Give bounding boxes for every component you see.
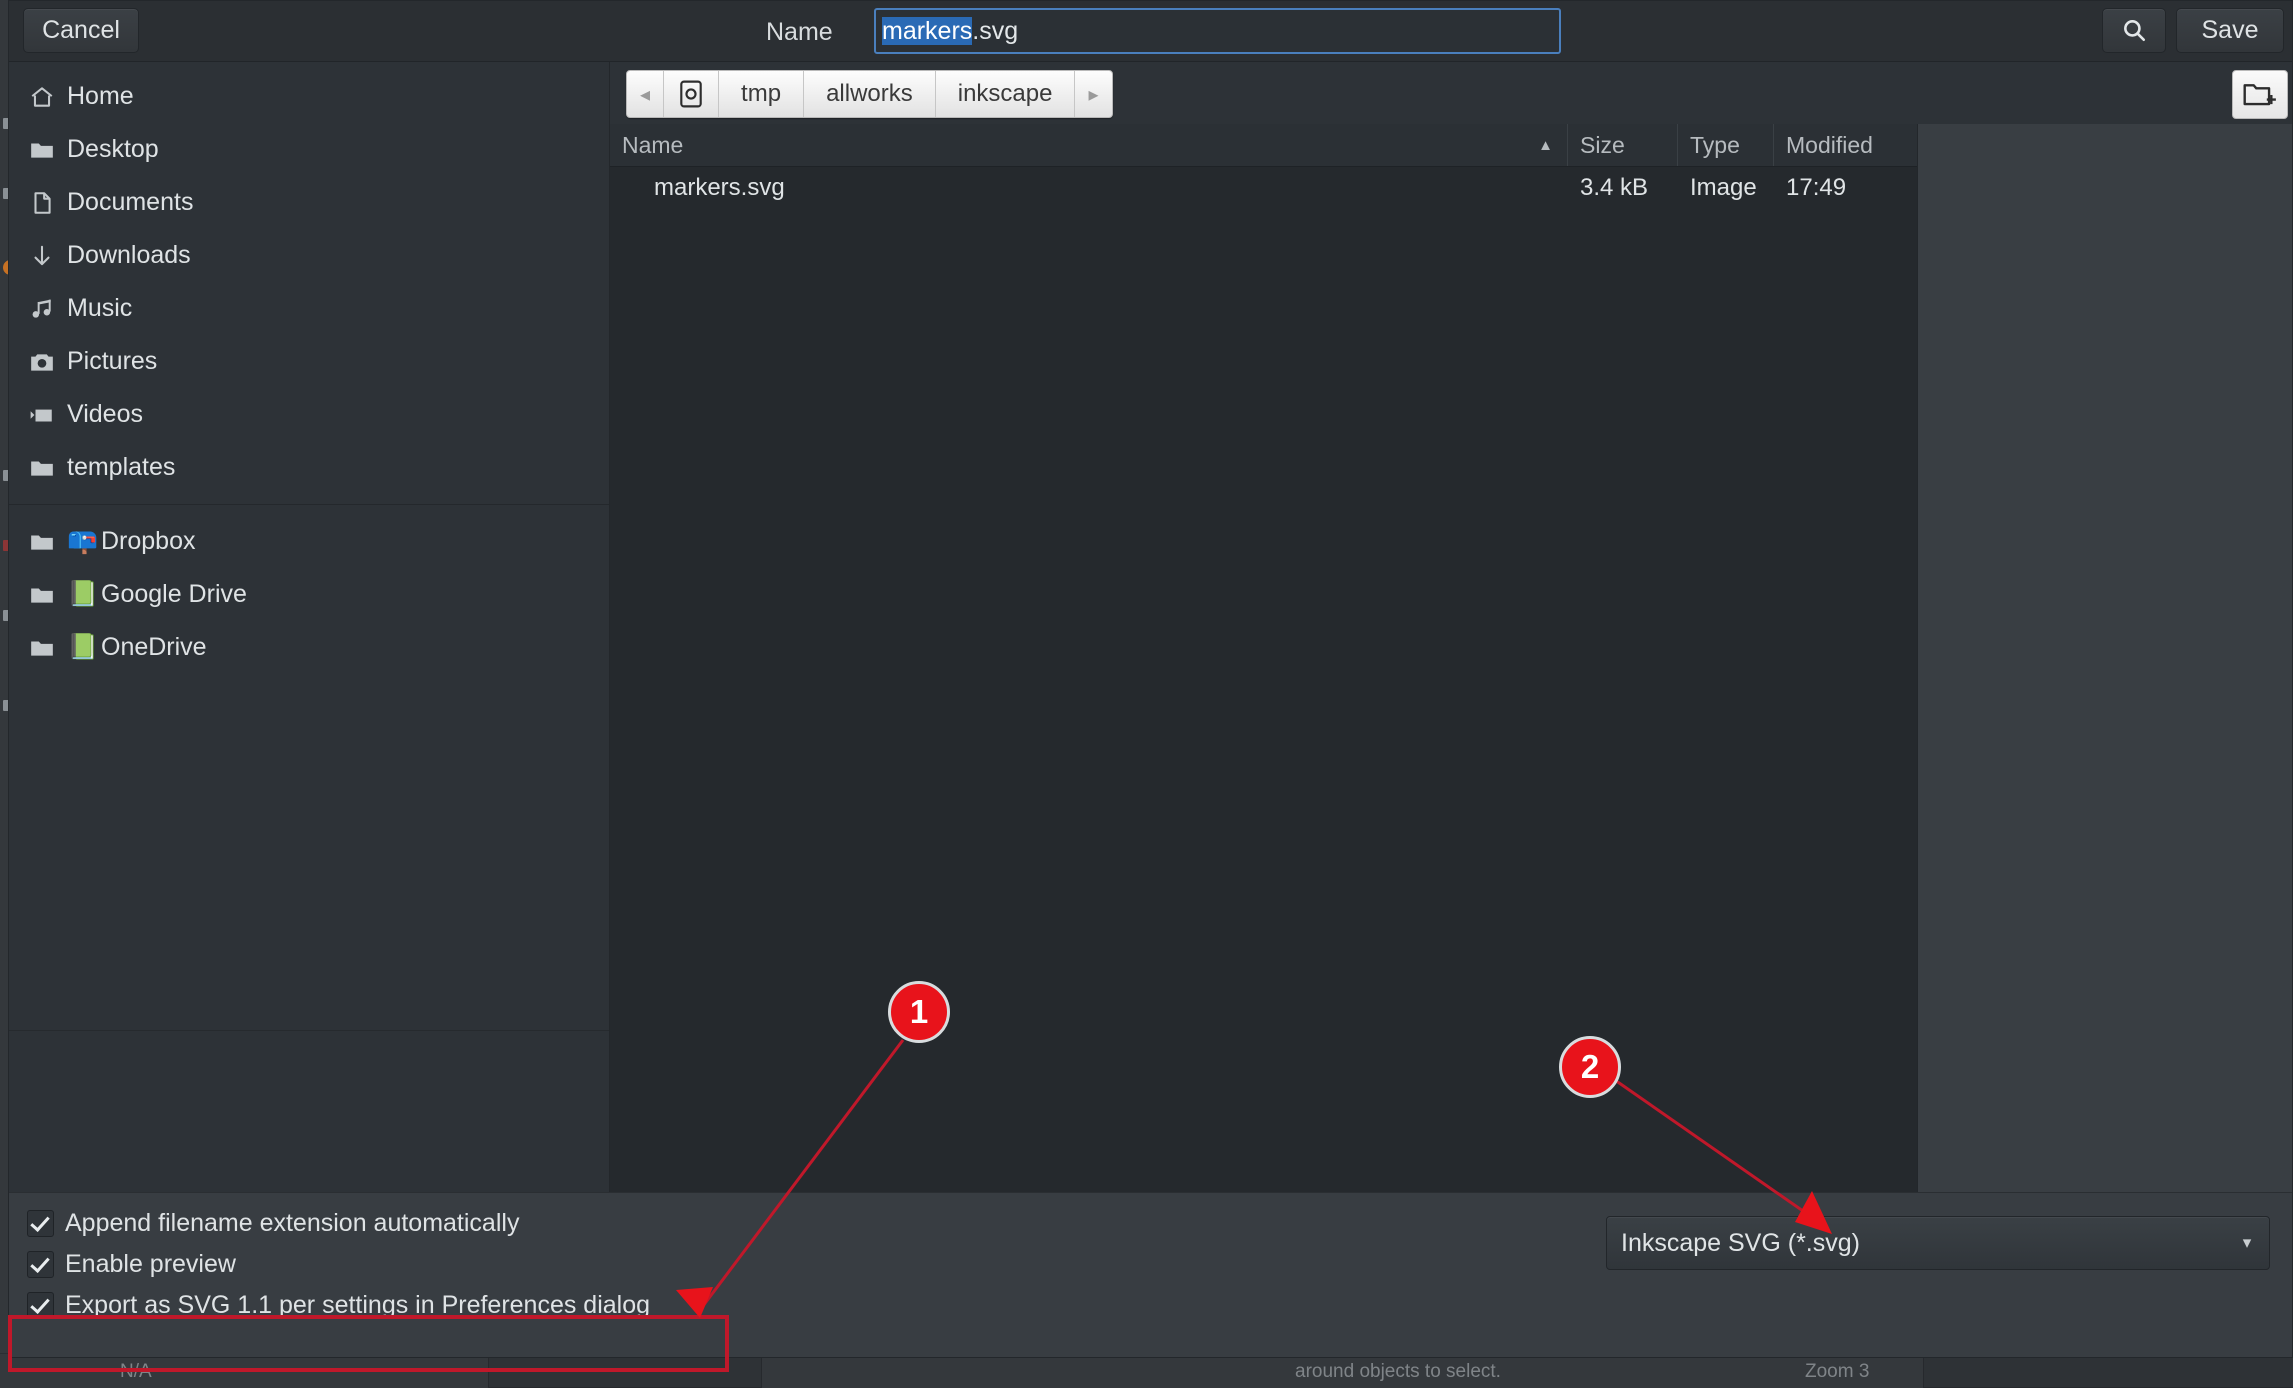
path-forward-button[interactable]: ▸ (1075, 71, 1111, 117)
music-note-icon (29, 296, 67, 322)
sidebar-item-desktop[interactable]: Desktop (9, 123, 609, 176)
breadcrumb-item-inkscape[interactable]: inkscape (936, 71, 1076, 117)
breadcrumb-item-tmp[interactable]: tmp (719, 71, 805, 117)
sidebar-item-home[interactable]: Home (9, 70, 609, 123)
sidebar-item-music[interactable]: Music (9, 282, 609, 335)
sidebar-item-google-drive[interactable]: 📗 Google Drive (9, 568, 609, 621)
places-sidebar: Home Desktop Documents Downloads Music P… (9, 62, 610, 1192)
sidebar-item-downloads[interactable]: Downloads (9, 229, 609, 282)
checkbox-label: Export as SVG 1.1 per settings in Prefer… (65, 1291, 651, 1319)
preview-pane (1918, 124, 2292, 1192)
sidebar-lower-divider (9, 1030, 609, 1031)
file-list-header: Name ▲ Size Type Modified (610, 124, 1917, 167)
file-type-cell: Image (1690, 174, 1757, 201)
sidebar-item-label: OneDrive (101, 633, 207, 661)
sidebar-item-label: Google Drive (101, 580, 247, 608)
inkscape-status-bar: N/A around objects to select. Zoom 3 (0, 1353, 2293, 1388)
document-icon (29, 190, 67, 216)
checkbox-label: Append filename extension automatically (65, 1209, 520, 1237)
append-extension-checkbox[interactable]: Append filename extension automatically (27, 1203, 519, 1244)
sidebar-item-label: Videos (67, 400, 143, 428)
dialog-footer: Append filename extension automatically … (9, 1192, 2292, 1357)
file-list: Name ▲ Size Type Modified markers.svg 3.… (610, 124, 1918, 1192)
sidebar-item-label: Dropbox (101, 527, 196, 555)
file-modified-cell: 17:49 (1786, 174, 1847, 201)
breadcrumb: ◂ tmp allworks inkscape ▸ (626, 70, 1113, 118)
sidebar-item-videos[interactable]: Videos (9, 388, 609, 441)
camera-icon (29, 349, 67, 375)
sidebar-item-dropbox[interactable]: 📪 Dropbox (9, 515, 609, 568)
annotation-badge-1: 1 (888, 981, 950, 1043)
search-icon[interactable] (2102, 8, 2166, 53)
sidebar-item-templates[interactable]: templates (9, 441, 609, 494)
file-name-cell: markers.svg (654, 174, 785, 201)
filetype-selected-value: Inkscape SVG (*.svg) (1621, 1228, 1860, 1257)
save-file-dialog: Cancel Name markers.svg Save Home Deskto… (8, 0, 2293, 1358)
filetype-select[interactable]: Inkscape SVG (*.svg) ▾ (1606, 1216, 2270, 1270)
column-header-name[interactable]: Name ▲ (610, 124, 1568, 166)
sidebar-item-label: Music (67, 294, 133, 322)
home-icon (29, 84, 67, 110)
dialog-header-bar: Cancel Name markers.svg Save (9, 1, 2292, 62)
filename-input[interactable]: markers.svg (874, 8, 1561, 54)
column-header-label: Modified (1786, 131, 1873, 158)
cancel-button[interactable]: Cancel (23, 8, 139, 53)
google-drive-badge-icon: 📗 (67, 580, 99, 608)
column-header-label: Name (622, 131, 684, 158)
sort-ascending-icon: ▲ (1538, 136, 1553, 154)
filename-selected-text: markers (882, 17, 973, 45)
table-row[interactable]: markers.svg 3.4 kB Image 17:49 (610, 167, 1917, 209)
pathbar-row: ◂ tmp allworks inkscape ▸ (610, 62, 2292, 124)
sidebar-item-label: templates (67, 453, 176, 481)
annotation-badge-2: 2 (1559, 1036, 1621, 1098)
save-button[interactable]: Save (2176, 8, 2284, 53)
status-color-swatches[interactable] (488, 1356, 762, 1388)
folder-icon (29, 137, 67, 163)
new-folder-icon[interactable] (2232, 70, 2288, 119)
dialog-body: Home Desktop Documents Downloads Music P… (9, 62, 2292, 1192)
checkbox-label: Enable preview (65, 1250, 236, 1278)
path-back-button[interactable]: ◂ (627, 71, 665, 117)
sidebar-divider (9, 504, 609, 505)
folder-icon (29, 529, 67, 555)
sidebar-item-onedrive[interactable]: 📗 OneDrive (9, 621, 609, 674)
filename-extension-text: .svg (972, 17, 1019, 45)
sidebar-item-label: Home (67, 82, 134, 110)
sidebar-item-label: Downloads (67, 241, 191, 269)
sidebar-item-label: Pictures (67, 347, 158, 375)
name-label: Name (766, 18, 833, 46)
onedrive-badge-icon: 📗 (67, 633, 99, 661)
status-left-value: N/A (120, 1361, 152, 1382)
sidebar-item-documents[interactable]: Documents (9, 176, 609, 229)
file-size-cell: 3.4 kB (1580, 174, 1649, 201)
sidebar-item-label: Documents (67, 188, 194, 216)
device-icon[interactable] (664, 71, 720, 117)
folder-icon (29, 635, 67, 661)
column-header-label: Type (1690, 131, 1740, 158)
status-right-boxes[interactable] (1923, 1356, 2293, 1388)
export-as-svg11-checkbox[interactable]: Export as SVG 1.1 per settings in Prefer… (27, 1285, 650, 1326)
status-zoom-label: Zoom 3 (1805, 1361, 1870, 1382)
filelist-wrap: Name ▲ Size Type Modified markers.svg 3.… (610, 124, 2292, 1192)
video-camera-icon (29, 402, 67, 428)
column-header-modified[interactable]: Modified (1774, 124, 1917, 166)
checkbox-box[interactable] (27, 1210, 54, 1237)
checkbox-box[interactable] (27, 1292, 54, 1319)
checkbox-box[interactable] (27, 1251, 54, 1278)
folder-icon (29, 455, 67, 481)
sidebar-item-label: Desktop (67, 135, 159, 163)
column-header-size[interactable]: Size (1568, 124, 1678, 166)
sidebar-item-pictures[interactable]: Pictures (9, 335, 609, 388)
file-browser-column: ◂ tmp allworks inkscape ▸ Name ▲ Size Ty… (610, 62, 2292, 1192)
file-list-rows: markers.svg 3.4 kB Image 17:49 (610, 167, 1917, 1192)
breadcrumb-item-allworks[interactable]: allworks (804, 71, 936, 117)
folder-icon (29, 582, 67, 608)
enable-preview-checkbox[interactable]: Enable preview (27, 1244, 236, 1285)
status-hint-text: around objects to select. (1295, 1361, 1501, 1382)
download-arrow-icon (29, 243, 67, 269)
column-header-type[interactable]: Type (1678, 124, 1774, 166)
chevron-down-icon: ▾ (2242, 1233, 2252, 1252)
dropbox-badge-icon: 📪 (67, 527, 99, 555)
column-header-label: Size (1580, 131, 1625, 158)
